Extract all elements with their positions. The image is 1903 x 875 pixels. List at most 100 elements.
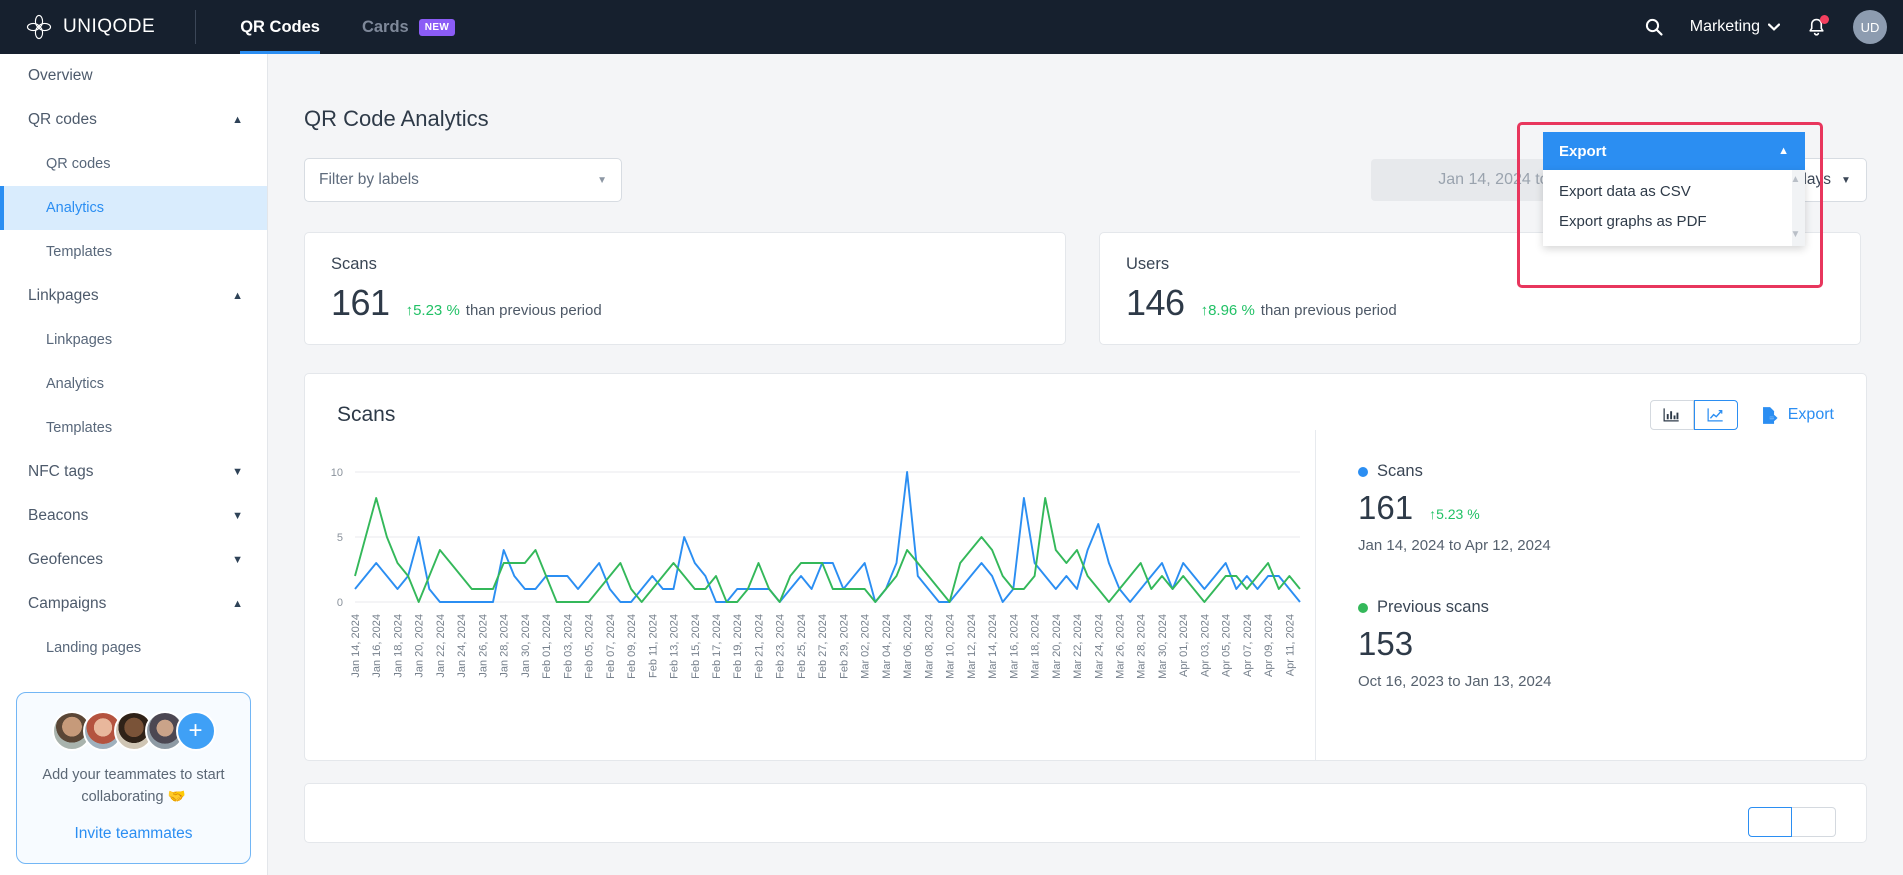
notification-dot [1820, 15, 1829, 24]
sidebar-item-templates-8[interactable]: Templates [0, 406, 267, 450]
scroll-down-arrow-icon[interactable]: ▼ [1791, 229, 1801, 240]
tab-qr-codes-label: QR Codes [240, 17, 320, 36]
svg-text:Mar 22, 2024: Mar 22, 2024 [1072, 614, 1084, 679]
avatar[interactable]: UD [1853, 10, 1887, 44]
chevron-up-icon[interactable]: ▲ [232, 114, 243, 126]
new-badge: NEW [418, 18, 456, 36]
brand-logo-group[interactable]: UNIQODE [26, 14, 155, 40]
sidebar-item-campaigns-12[interactable]: Campaigns ▲ [0, 582, 267, 626]
line-chart-icon[interactable] [1792, 807, 1836, 837]
sidebar-nav-list: Overview QR codes ▲ QR codes Analytics Templa… [0, 54, 267, 670]
top-navigation-bar: UNIQODE QR Codes Cards NEW Marketing UD [0, 0, 1903, 54]
bar-chart-icon[interactable] [1748, 807, 1792, 837]
notifications-bell-icon[interactable] [1806, 15, 1829, 38]
sidebar-item-linkpages-5[interactable]: Linkpages ▲ [0, 274, 267, 318]
scroll-up-arrow-icon[interactable]: ▲ [1791, 174, 1801, 185]
svg-text:Feb 15, 2024: Feb 15, 2024 [690, 614, 702, 679]
svg-text:Mar 28, 2024: Mar 28, 2024 [1136, 614, 1148, 679]
chevron-down-icon[interactable]: ▼ [232, 466, 243, 478]
chevron-down-icon[interactable]: ▼ [232, 554, 243, 566]
users-card-delta: ↑8.96 % [1200, 302, 1255, 319]
users-card-value: 146 [1126, 282, 1185, 323]
chevron-up-icon[interactable]: ▲ [232, 290, 243, 302]
export-menu-item-pdf[interactable]: Export graphs as PDF [1543, 206, 1805, 236]
chart-panel-header: Scans Export [305, 374, 1866, 430]
svg-text:Feb 07, 2024: Feb 07, 2024 [605, 614, 617, 679]
sidebar-item-label: Beacons [28, 507, 89, 524]
sidebar-item-nfc-tags-9[interactable]: NFC tags ▼ [0, 450, 267, 494]
svg-text:Mar 24, 2024: Mar 24, 2024 [1093, 614, 1105, 679]
chart-svg: 0 5 10 Jan 14, 2024 Jan 16, 2024 Jan 18, 2024… [331, 467, 1301, 679]
sidebar-item-label: Geofences [28, 551, 103, 568]
svg-text:Mar 20, 2024: Mar 20, 2024 [1051, 614, 1063, 679]
nav-divider [195, 10, 197, 44]
chevron-up-icon: ▲ [1778, 145, 1789, 157]
avatar-initials: UD [1860, 19, 1880, 35]
menu-scrollbar[interactable]: ▲ ▼ [1789, 174, 1802, 240]
sidebar-item-overview-0[interactable]: Overview [0, 54, 267, 98]
summary-cards: Scans 161 ↑5.23 % than previous period U… [304, 232, 1867, 345]
svg-text:Jan 14, 2024: Jan 14, 2024 [350, 614, 362, 678]
svg-text:Feb 17, 2024: Feb 17, 2024 [711, 614, 723, 679]
line-chart-icon[interactable] [1693, 400, 1738, 430]
export-dropdown: Export ▲ ▲ ▼ Export data as CSV Export g… [1543, 132, 1805, 246]
svg-text:Feb 13, 2024: Feb 13, 2024 [669, 614, 681, 679]
sidebar-item-label: QR codes [28, 111, 97, 128]
scans-chart-panel: Scans Export 0 5 10 Jan 14, 2024 Jan 16,… [304, 373, 1867, 761]
sidebar-item-analytics-7[interactable]: Analytics [0, 362, 267, 406]
teammate-avatars: + [31, 711, 236, 751]
chart-panel-body: 0 5 10 Jan 14, 2024 Jan 16, 2024 Jan 18, 2024… [305, 430, 1866, 760]
sidebar-item-qr-codes-2[interactable]: QR codes [0, 142, 267, 186]
export-menu-item-csv[interactable]: Export data as CSV [1543, 176, 1805, 206]
svg-text:Feb 21, 2024: Feb 21, 2024 [754, 614, 766, 679]
chevron-down-icon: ▼ [1841, 174, 1851, 186]
export-button-label: Export [1559, 142, 1607, 160]
sidebar-item-geofences-11[interactable]: Geofences ▼ [0, 538, 267, 582]
sidebar-item-beacons-10[interactable]: Beacons ▼ [0, 494, 267, 538]
export-menu-item-csv-label: Export data as CSV [1559, 182, 1691, 200]
sidebar-item-label: Overview [28, 67, 93, 84]
workspace-switcher[interactable]: Marketing [1690, 18, 1780, 36]
chevron-down-icon: ▼ [597, 174, 607, 186]
bar-chart-icon[interactable] [1649, 400, 1694, 430]
chart-type-toggle [1649, 400, 1738, 430]
nav-right-group: Marketing UD [1644, 10, 1887, 44]
legend-dot-previous-scans [1358, 602, 1368, 613]
legend-previous-scans-value: 153 [1358, 625, 1414, 662]
search-icon[interactable] [1644, 17, 1664, 37]
legend-scans-delta: ↑5.23 % [1429, 506, 1480, 522]
sidebar-item-label: Templates [46, 244, 113, 260]
export-menu: ▲ ▼ Export data as CSV Export graphs as … [1543, 170, 1805, 246]
scans-card-title: Scans [331, 255, 377, 273]
sidebar-item-label: Linkpages [46, 332, 113, 348]
svg-text:Apr 01, 2024: Apr 01, 2024 [1178, 614, 1190, 677]
sidebar-item-qr-codes-1[interactable]: QR codes ▲ [0, 98, 267, 142]
sidebar-item-linkpages-6[interactable]: Linkpages [0, 318, 267, 362]
sidebar-item-templates-4[interactable]: Templates [0, 230, 267, 274]
svg-text:Apr 05, 2024: Apr 05, 2024 [1221, 614, 1233, 677]
svg-text:Mar 30, 2024: Mar 30, 2024 [1157, 614, 1169, 679]
file-export-icon [1762, 406, 1778, 424]
invite-teammates-link[interactable]: Invite teammates [31, 825, 236, 843]
chevron-down-icon[interactable]: ▼ [232, 510, 243, 522]
workspace-label: Marketing [1689, 18, 1760, 35]
export-button[interactable]: Export ▲ [1543, 132, 1805, 170]
invite-teammates-card: + Add your teammates to start collaborat… [16, 692, 251, 864]
chart-panel-tools: Export [1649, 400, 1834, 430]
svg-text:Feb 19, 2024: Feb 19, 2024 [732, 614, 744, 679]
chart-legend: Scans 161 ↑5.23 % Jan 14, 2024 to Apr 12… [1315, 430, 1866, 760]
sidebar-item-landing-pages-13[interactable]: Landing pages [0, 626, 267, 670]
svg-text:Feb 05, 2024: Feb 05, 2024 [584, 614, 596, 679]
filter-by-labels-select[interactable]: Filter by labels ▼ [304, 158, 622, 202]
sidebar-item-analytics-3[interactable]: Analytics [0, 186, 267, 230]
svg-text:Mar 02, 2024: Mar 02, 2024 [860, 614, 872, 679]
svg-text:Jan 26, 2024: Jan 26, 2024 [477, 614, 489, 678]
svg-text:Feb 25, 2024: Feb 25, 2024 [796, 614, 808, 679]
chevron-up-icon[interactable]: ▲ [232, 598, 243, 610]
svg-text:Apr 07, 2024: Apr 07, 2024 [1242, 614, 1254, 677]
add-teammate-button[interactable]: + [175, 711, 216, 751]
chart-export-button[interactable]: Export [1760, 406, 1834, 425]
svg-text:Jan 18, 2024: Jan 18, 2024 [393, 614, 405, 678]
tab-cards[interactable]: Cards NEW [362, 0, 456, 54]
tab-qr-codes[interactable]: QR Codes [240, 0, 320, 54]
